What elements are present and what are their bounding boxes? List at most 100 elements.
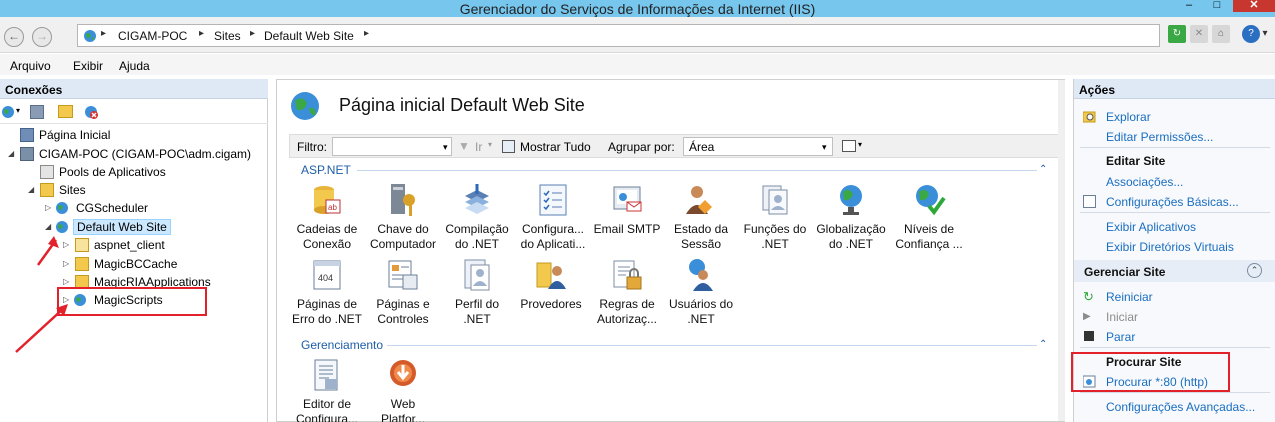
action-config-basicas[interactable]: Configurações Básicas...: [1106, 195, 1239, 209]
chevron-down-icon[interactable]: ▾: [1260, 25, 1270, 43]
address-box[interactable]: ▸ CIGAM-POC ▸ Sites ▸ Default Web Site ▸: [77, 24, 1160, 47]
chevron-down-icon[interactable]: ▾: [488, 140, 492, 149]
globe-icon: [56, 202, 68, 214]
group-by-select[interactable]: Área ▾: [683, 137, 833, 156]
connections-toolbar: ▾: [0, 100, 268, 124]
error-page-icon: 404: [313, 260, 341, 290]
action-associacoes[interactable]: Associações...: [1106, 175, 1183, 189]
page-title: Página inicial Default Web Site: [339, 95, 585, 115]
tree-node-app-pools[interactable]: Pools de Aplicativos: [28, 164, 228, 182]
maximize-button[interactable]: □: [1204, 0, 1230, 12]
feature-net-roles[interactable]: Funções do .NET: [737, 182, 813, 252]
action-parar[interactable]: Parar: [1106, 330, 1135, 344]
feature-label: Confiança ...: [895, 237, 963, 251]
tree-node-aspnet-client[interactable]: ▷ aspnet_client: [63, 237, 263, 255]
menu-ajuda[interactable]: Ajuda: [119, 59, 150, 73]
collapse-chevron-icon[interactable]: ⌃: [1039, 339, 1047, 350]
action-editar-permissoes[interactable]: Editar Permissões...: [1106, 130, 1213, 144]
tree-label: CGScheduler: [76, 201, 149, 215]
feature-net-profile[interactable]: Perfil do .NET: [439, 257, 515, 327]
breadcrumb-site[interactable]: Default Web Site: [264, 29, 354, 43]
action-explorar[interactable]: Explorar: [1106, 110, 1151, 124]
tree-label: aspnet_client: [94, 238, 165, 252]
feature-connection-strings[interactable]: ab Cadeias de Conexão: [289, 182, 365, 252]
feature-label: Compilação: [445, 222, 509, 236]
collapse-arrow-icon[interactable]: ◢: [28, 185, 34, 194]
explore-icon: [1083, 111, 1096, 123]
restart-icon: ↻: [1083, 289, 1094, 304]
home-page-icon: [20, 128, 34, 142]
group-gerenciar-site: Gerenciar Site ⌃: [1074, 260, 1275, 282]
chevron-down-icon[interactable]: ▾: [443, 142, 448, 153]
feature-session-state[interactable]: Estado da Sessão: [663, 182, 739, 252]
back-button[interactable]: ←: [4, 27, 24, 47]
vertical-scrollbar[interactable]: [1058, 80, 1065, 421]
menu-arquivo[interactable]: Arquivo: [10, 59, 51, 73]
actions-header: Ações: [1074, 79, 1275, 99]
feature-pages-controls[interactable]: Páginas e Controles: [365, 257, 441, 327]
compilation-icon: [465, 184, 489, 214]
feature-label: .NET: [687, 312, 715, 326]
tree-node-sites[interactable]: ◢ Sites: [28, 182, 228, 200]
help-icon[interactable]: ?: [1242, 25, 1260, 43]
action-exibir-diretorios[interactable]: Exibir Diretórios Virtuais: [1106, 240, 1234, 254]
feature-web-platform-installer[interactable]: Web Platfor...: [365, 357, 441, 422]
session-state-icon: [686, 186, 712, 214]
breadcrumb-sites[interactable]: Sites: [214, 29, 241, 43]
home-icon[interactable]: ⌂: [1212, 25, 1230, 43]
collapse-chevron-icon[interactable]: ⌃: [1039, 164, 1047, 175]
forward-button[interactable]: →: [32, 27, 52, 47]
chevron-down-icon[interactable]: ▾: [16, 106, 20, 115]
feature-label: Níveis de: [903, 222, 955, 236]
feature-globalization[interactable]: Globalização do .NET: [813, 182, 889, 252]
show-all-button[interactable]: Mostrar Tudo: [520, 140, 591, 154]
go-button[interactable]: Ir: [475, 140, 482, 154]
roles-icon: [762, 185, 788, 215]
tree-node-server[interactable]: ◢ CIGAM-POC (CIGAM-POC\adm.cigam): [8, 146, 268, 164]
menu-exibir[interactable]: Exibir: [73, 59, 103, 73]
feature-label: Provedores: [520, 297, 582, 311]
refresh-icon[interactable]: ↻: [1168, 25, 1186, 43]
feature-label: Funções do: [743, 222, 807, 236]
filter-input[interactable]: ▾: [332, 137, 452, 156]
main-content: Página inicial Default Web Site Filtro: …: [276, 79, 1065, 422]
action-config-avancadas[interactable]: Configurações Avançadas...: [1106, 400, 1255, 414]
feature-app-settings[interactable]: Configura... do Aplicati...: [515, 182, 591, 252]
chevron-down-icon[interactable]: ▾: [822, 142, 827, 153]
feature-config-editor[interactable]: Editor de Configura...: [289, 357, 365, 422]
group-by-value: Área: [689, 140, 715, 154]
minimize-button[interactable]: –: [1176, 0, 1202, 12]
feature-label: Sessão: [680, 237, 722, 251]
basic-settings-icon: [1083, 195, 1096, 208]
tree-node-cgscheduler[interactable]: ▷ CGScheduler: [45, 200, 245, 218]
feature-label: Perfil do: [454, 297, 500, 311]
expand-arrow-icon[interactable]: ▷: [45, 203, 51, 212]
feature-net-users[interactable]: Usuários do .NET: [663, 257, 739, 327]
action-exibir-aplicativos[interactable]: Exibir Aplicativos: [1106, 220, 1196, 234]
feature-trust-levels[interactable]: Níveis de Confiança ...: [891, 182, 967, 252]
action-reiniciar[interactable]: Reiniciar: [1106, 290, 1153, 304]
chevron-down-icon[interactable]: ▾: [858, 140, 862, 149]
window-title: Gerenciador do Serviços de Informações d…: [459, 1, 816, 17]
feature-providers[interactable]: Provedores: [513, 257, 589, 312]
feature-error-pages[interactable]: 404 Páginas de Erro do .NET: [289, 257, 365, 327]
feature-smtp-email[interactable]: Email SMTP: [589, 182, 665, 237]
collapse-chevron-icon[interactable]: ⌃: [1247, 263, 1262, 278]
stop-icon[interactable]: ✕: [1190, 25, 1208, 43]
tree-node-pagina-inicial[interactable]: Página Inicial: [8, 127, 208, 145]
collapse-arrow-icon[interactable]: ◢: [8, 149, 14, 158]
tree-label: MagicBCCache: [94, 257, 178, 271]
show-all-icon: [502, 140, 515, 153]
save-icon[interactable]: [30, 105, 44, 119]
view-mode-icon[interactable]: [842, 140, 856, 152]
start-icon: ▶: [1083, 311, 1091, 322]
feature-compilation[interactable]: Compilação do .NET: [439, 182, 515, 252]
feature-authorization-rules[interactable]: Regras de Autorizaç...: [589, 257, 665, 327]
close-button[interactable]: ✕: [1233, 0, 1275, 12]
breadcrumb-server[interactable]: CIGAM-POC: [118, 29, 187, 43]
tree-node-magicbccache[interactable]: ▷ MagicBCCache: [63, 256, 263, 274]
feature-machine-key[interactable]: Chave do Computador: [365, 182, 441, 252]
connect-icon[interactable]: [1, 105, 15, 119]
disconnect-icon[interactable]: [84, 105, 99, 120]
folder-up-icon[interactable]: [58, 105, 73, 118]
